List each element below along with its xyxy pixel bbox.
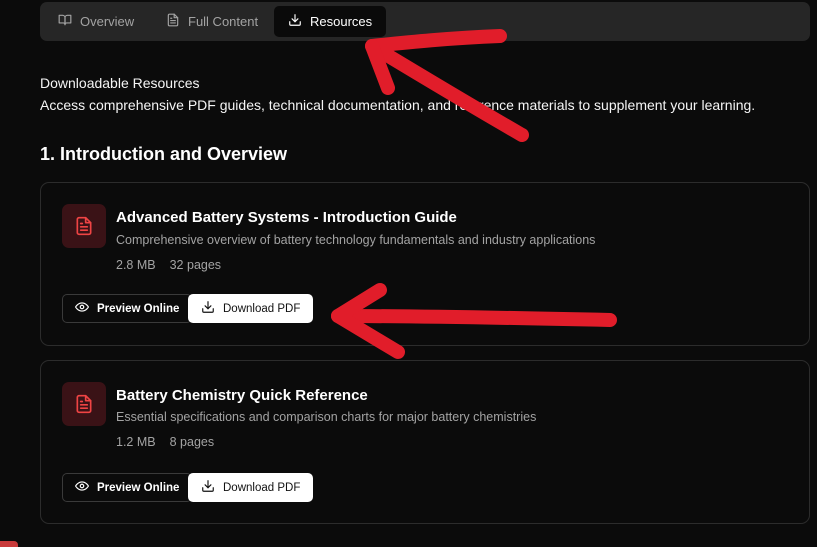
resources-page: Overview Full Content Resources Download… — [0, 0, 817, 547]
section-header: Downloadable Resources Access comprehens… — [40, 72, 755, 116]
corner-marker — [0, 541, 18, 547]
preview-online-label: Preview Online — [97, 302, 180, 315]
download-pdf-label: Download PDF — [223, 302, 301, 315]
tab-bar: Overview Full Content Resources — [40, 2, 810, 41]
file-size: 1.2 MB — [116, 435, 156, 449]
resource-title: Battery Chemistry Quick Reference — [116, 387, 368, 404]
eye-icon — [75, 300, 89, 317]
section-description: Access comprehensive PDF guides, technic… — [40, 97, 756, 113]
download-pdf-button[interactable]: Download PDF — [188, 294, 314, 323]
resource-meta: 1.2 MB 8 pages — [116, 435, 214, 449]
resource-description: Essential specifications and comparison … — [116, 410, 537, 424]
preview-online-button[interactable]: Preview Online — [62, 294, 193, 323]
preview-online-button[interactable]: Preview Online — [62, 473, 193, 502]
download-pdf-button[interactable]: Download PDF — [188, 473, 314, 502]
resource-card: Battery Chemistry Quick Reference Essent… — [40, 360, 810, 524]
resource-meta: 2.8 MB 32 pages — [116, 258, 221, 272]
file-size: 2.8 MB — [116, 258, 156, 272]
page-count: 32 pages — [169, 258, 222, 272]
file-text-icon — [166, 13, 180, 30]
tab-full-content[interactable]: Full Content — [152, 6, 272, 37]
eye-icon — [75, 479, 89, 496]
book-open-icon — [58, 13, 72, 30]
page-count: 8 pages — [169, 435, 215, 449]
download-icon — [201, 300, 215, 317]
download-icon — [288, 13, 302, 30]
pdf-file-icon — [62, 204, 106, 248]
resource-card: Advanced Battery Systems - Introduction … — [40, 182, 810, 346]
tab-resources-label: Resources — [310, 14, 373, 29]
preview-online-label: Preview Online — [97, 481, 180, 494]
pdf-file-icon — [62, 382, 106, 426]
tab-full-content-label: Full Content — [188, 14, 259, 29]
tab-overview[interactable]: Overview — [44, 6, 148, 37]
group-title: 1. Introduction and Overview — [40, 144, 288, 164]
section-title: Downloadable Resources — [40, 75, 200, 91]
tab-overview-label: Overview — [80, 14, 135, 29]
download-icon — [201, 479, 215, 496]
tab-resources[interactable]: Resources — [274, 6, 387, 37]
resource-title: Advanced Battery Systems - Introduction … — [116, 209, 457, 226]
resource-description: Comprehensive overview of battery techno… — [116, 233, 596, 247]
download-pdf-label: Download PDF — [223, 481, 301, 494]
